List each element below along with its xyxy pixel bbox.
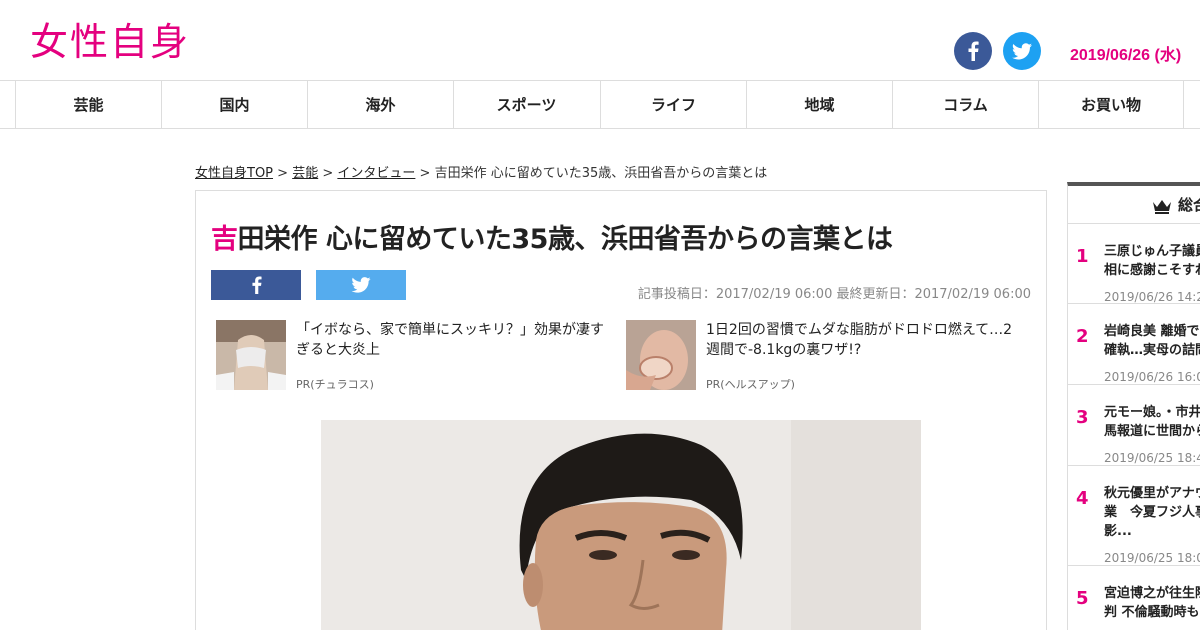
pr-item[interactable]: 「イボなら、家で簡単にスッキリ？」効果が凄すぎると大炎上 PR(チュラコス) <box>216 320 616 392</box>
rank-date: 2019/06/25 18:48 <box>1104 451 1200 465</box>
rank-title-line[interactable]: 秋元優里がアナウ <box>1104 484 1200 503</box>
site-logo[interactable]: 女性自身 <box>30 18 190 66</box>
breadcrumb-category-link[interactable]: 芸能 <box>292 166 318 181</box>
pr-source: PR(ヘルスアップ) <box>706 378 795 391</box>
rank-number: 1 <box>1076 246 1089 267</box>
rank-title-line[interactable]: 宮迫博之が往生際 <box>1104 584 1200 603</box>
nav-item-column[interactable]: コラム <box>892 81 1038 128</box>
twitter-icon <box>351 277 371 293</box>
site-header: 女性自身 2019/06/26 (水) <box>0 0 1200 80</box>
rank-title-line[interactable]: 業 今夏フジ人事 <box>1104 503 1200 522</box>
title-rest: 田栄作 心に留めていた35歳、浜田省吾からの言葉とは <box>237 224 893 255</box>
rank-number: 4 <box>1076 488 1089 509</box>
nav-item-sports[interactable]: スポーツ <box>453 81 599 128</box>
pr-source: PR(チュラコス) <box>296 378 374 391</box>
global-nav: 芸能 国内 海外 スポーツ ライフ 地域 コラム お買い物 <box>0 80 1200 129</box>
ranking-item[interactable]: 2 岩崎良美 離婚で 確執…実母の詰問 2019/06/26 16:00 <box>1068 304 1200 385</box>
nav-item-region[interactable]: 地域 <box>746 81 892 128</box>
rank-title-line[interactable]: 確執…実母の詰問 <box>1104 341 1200 360</box>
ranking-header: 総合 <box>1068 186 1200 224</box>
article-dates: 記事投稿日：2017/02/19 06:00 最終更新日：2017/02/19 … <box>637 287 1031 302</box>
header-date: 2019/06/26 (水) <box>1070 47 1182 64</box>
article-photo <box>321 420 921 630</box>
rank-title-line[interactable]: 三原じゅん子議員 <box>1104 242 1200 261</box>
rank-title-line[interactable]: 相に感謝こそすれ <box>1104 261 1200 280</box>
ranking-item[interactable]: 5 宮迫博之が往生際 判 不倫騒動時も <box>1068 566 1200 630</box>
pr-title[interactable]: 「イボなら、家で簡単にスッキリ？」効果が凄すぎると大炎上 <box>296 320 611 360</box>
pr-title[interactable]: 1日2回の習慣でムダな脂肪がドロドロ燃えて…2週間で-8.1kgの裏ワザ!? <box>706 320 1021 360</box>
rank-date: 2019/06/26 14:26 <box>1104 290 1200 304</box>
person-photo <box>321 420 921 630</box>
ranking-sidebar: 総合 1 三原じゅん子議員 相に感謝こそすれ 2019/06/26 14:26 … <box>1067 182 1200 630</box>
article-box: 吉田栄作 心に留めていた35歳、浜田省吾からの言葉とは 記事投稿日：2017/0… <box>195 190 1047 630</box>
pr-thumbnail[interactable] <box>626 320 696 390</box>
nav-item-overseas[interactable]: 海外 <box>307 81 453 128</box>
rank-number: 3 <box>1076 407 1089 428</box>
pr-item[interactable]: 1日2回の習慣でムダな脂肪がドロドロ燃えて…2週間で-8.1kgの裏ワザ!? P… <box>626 320 1026 392</box>
twitter-button[interactable] <box>1003 32 1041 70</box>
rank-title-line[interactable]: 判 不倫騒動時も <box>1104 603 1200 622</box>
nav-item-shopping[interactable]: お買い物 <box>1038 81 1184 128</box>
facebook-icon <box>968 41 979 61</box>
rank-number: 2 <box>1076 326 1089 347</box>
breadcrumb-separator: > <box>415 166 435 181</box>
rank-number: 5 <box>1076 588 1089 609</box>
crown-icon <box>1153 200 1171 214</box>
breadcrumb-separator: > <box>273 166 293 181</box>
breadcrumb-separator: > <box>318 166 338 181</box>
breadcrumb: 女性自身TOP > 芸能 > インタビュー > 吉田栄作 心に留めていた35歳、… <box>195 162 767 181</box>
rank-title-line[interactable]: 影... <box>1104 522 1200 541</box>
pr-thumbnail[interactable] <box>216 320 286 390</box>
rank-title-line[interactable]: 岩崎良美 離婚で <box>1104 322 1200 341</box>
nav-item-life[interactable]: ライフ <box>600 81 746 128</box>
article-title: 吉田栄作 心に留めていた35歳、浜田省吾からの言葉とは <box>211 217 893 256</box>
ranking-item[interactable]: 1 三原じゅん子議員 相に感謝こそすれ 2019/06/26 14:26 <box>1068 224 1200 304</box>
facebook-button[interactable] <box>954 32 992 70</box>
rank-title-line[interactable]: 元モー娘。・市井 <box>1104 403 1200 422</box>
ranking-title: 総合 <box>1178 196 1200 214</box>
twitter-icon <box>1012 42 1032 59</box>
share-twitter-button[interactable] <box>316 270 406 300</box>
nav-item-entertainment[interactable]: 芸能 <box>15 81 161 128</box>
rank-date: 2019/06/25 18:08 <box>1104 551 1200 565</box>
breadcrumb-home-link[interactable]: 女性自身TOP <box>195 166 273 181</box>
facebook-icon <box>251 276 262 294</box>
rank-title-line[interactable]: 馬報道に世間から <box>1104 422 1200 441</box>
breadcrumb-subcategory-link[interactable]: インタビュー <box>337 166 415 181</box>
ranking-item[interactable]: 4 秋元優里がアナウ 業 今夏フジ人事 影... 2019/06/25 18:0… <box>1068 466 1200 566</box>
breadcrumb-current: 吉田栄作 心に留めていた35歳、浜田省吾からの言葉とは <box>434 166 768 181</box>
rank-date: 2019/06/26 16:00 <box>1104 370 1200 384</box>
ranking-item[interactable]: 3 元モー娘。・市井 馬報道に世間から 2019/06/25 18:48 <box>1068 385 1200 466</box>
nav-item-domestic[interactable]: 国内 <box>161 81 307 128</box>
share-facebook-button[interactable] <box>211 270 301 300</box>
title-first-char: 吉 <box>211 224 238 255</box>
